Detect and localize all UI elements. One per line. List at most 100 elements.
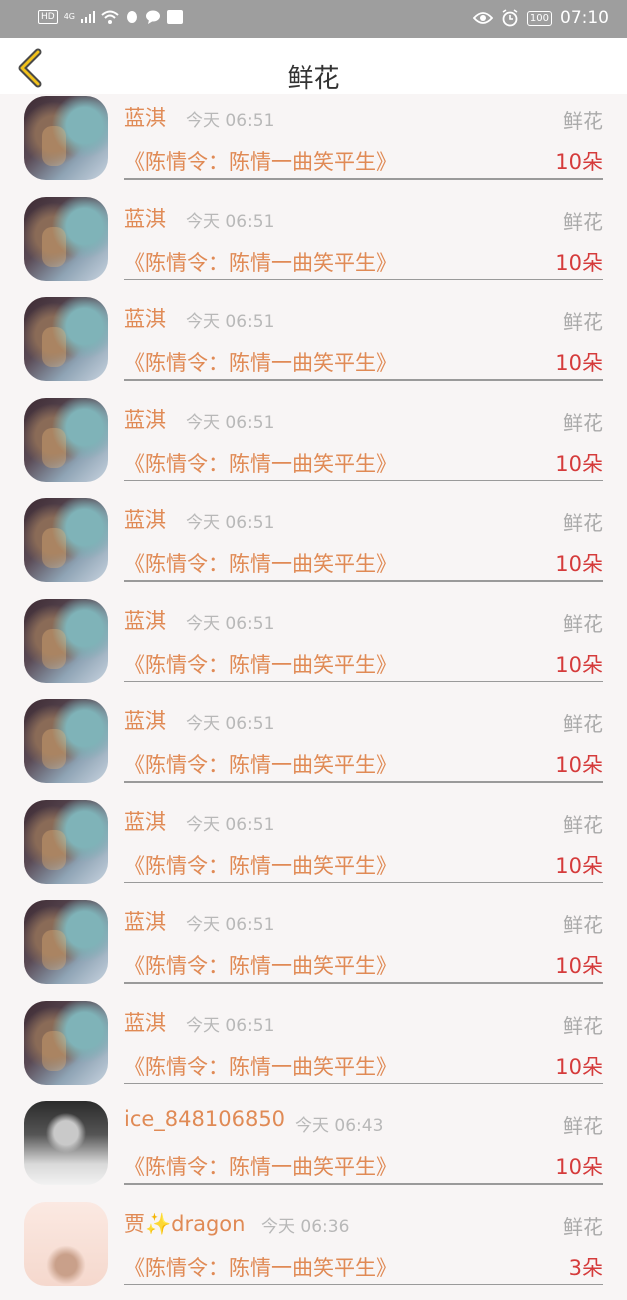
gift-type: 鲜花: [563, 1010, 603, 1039]
eye-icon: [473, 11, 493, 25]
list-item[interactable]: ice_848106850今天 06:43鲜花《陈情令：陈情一曲笑平生》10朵: [0, 1099, 627, 1200]
divider: [124, 580, 603, 582]
gift-type: 鲜花: [563, 306, 603, 335]
book-title[interactable]: 《陈情令：陈情一曲笑平生》: [124, 950, 397, 980]
list-item[interactable]: 蓝淇今天 06:51鲜花《陈情令：陈情一曲笑平生》10朵: [0, 295, 627, 396]
flower-count: 10朵: [555, 548, 603, 578]
user-name[interactable]: 蓝淇: [124, 705, 166, 735]
list-item[interactable]: 蓝淇今天 06:51鲜花《陈情令：陈情一曲笑平生》10朵: [0, 798, 627, 899]
list-item[interactable]: 蓝淇今天 06:51鲜花《陈情令：陈情一曲笑平生》10朵: [0, 396, 627, 497]
gift-type: 鲜花: [563, 1110, 603, 1139]
user-name[interactable]: 贾✨dragon: [124, 1208, 245, 1238]
user-name[interactable]: 蓝淇: [124, 906, 166, 936]
timestamp: 今天 06:51: [186, 910, 274, 935]
gift-type: 鲜花: [563, 1211, 603, 1240]
timestamp: 今天 06:51: [186, 408, 274, 433]
flower-count: 10朵: [555, 1051, 603, 1081]
book-title[interactable]: 《陈情令：陈情一曲笑平生》: [124, 146, 397, 176]
flower-count: 10朵: [555, 448, 603, 478]
battery-icon: 100: [527, 11, 552, 26]
flower-count: 10朵: [555, 850, 603, 880]
gift-type: 鲜花: [563, 507, 603, 536]
list-item[interactable]: 蓝淇今天 06:51 鲜花《陈情令：陈情一曲笑平生》 10朵: [0, 597, 627, 698]
signal-icon: [81, 11, 95, 23]
user-name[interactable]: ice_848106850: [124, 1107, 285, 1131]
divider: [124, 882, 603, 884]
flower-count: 10朵: [555, 950, 603, 980]
timestamp: 今天 06:43: [295, 1111, 383, 1136]
user-name[interactable]: 蓝淇: [124, 404, 166, 434]
list-item[interactable]: 蓝淇今天 06:51 鲜花《陈情令：陈情一曲笑平生》 10朵: [0, 496, 627, 597]
divider: [124, 379, 603, 381]
divider: [124, 1083, 603, 1085]
user-name[interactable]: 蓝淇: [124, 1007, 166, 1037]
avatar[interactable]: [24, 1101, 108, 1185]
list-item[interactable]: 蓝淇今天 06:51 鲜花《陈情令：陈情一曲笑平生》 10朵: [0, 697, 627, 798]
book-title[interactable]: 《陈情令：陈情一曲笑平生》: [124, 448, 397, 478]
list-item[interactable]: 蓝淇今天 06:51 鲜花《陈情令：陈情一曲笑平生》 10朵: [0, 898, 627, 999]
list-item[interactable]: 蓝淇今天 06:51 鲜花《陈情令：陈情一曲笑平生》 10朵: [0, 999, 627, 1100]
flower-count: 10朵: [555, 347, 603, 377]
gift-type: 鲜花: [563, 206, 603, 235]
avatar[interactable]: [24, 699, 108, 783]
nav-bar: 鲜花: [0, 38, 627, 94]
divider: [124, 681, 603, 683]
avatar[interactable]: [24, 900, 108, 984]
book-title[interactable]: 《陈情令：陈情一曲笑平生》: [124, 1252, 397, 1282]
avatar[interactable]: [24, 1202, 108, 1286]
divider: [124, 480, 603, 482]
book-title[interactable]: 《陈情令：陈情一曲笑平生》: [124, 347, 397, 377]
flower-count: 3朵: [569, 1252, 603, 1282]
qq-icon: [125, 9, 139, 25]
avatar[interactable]: [24, 398, 108, 482]
book-title[interactable]: 《陈情令：陈情一曲笑平生》: [124, 749, 397, 779]
status-left: HD 4G: [38, 9, 183, 25]
flower-count: 10朵: [555, 649, 603, 679]
gift-type: 鲜花: [563, 909, 603, 938]
avatar[interactable]: [24, 1001, 108, 1085]
user-name[interactable]: 蓝淇: [124, 102, 166, 132]
book-title[interactable]: 《陈情令：陈情一曲笑平生》: [124, 850, 397, 880]
timestamp: 今天 06:51: [186, 1011, 274, 1036]
timestamp: 今天 06:51: [186, 508, 274, 533]
flower-count: 10朵: [555, 146, 603, 176]
flower-count: 10朵: [555, 247, 603, 277]
avatar[interactable]: [24, 96, 108, 180]
list-item[interactable]: 贾✨dragon 今天 06:36 鲜花《陈情令：陈情一曲笑平生》 3朵: [0, 1200, 627, 1300]
user-name[interactable]: 蓝淇: [124, 806, 166, 836]
network-label: 4G: [64, 12, 75, 22]
list-item[interactable]: 蓝淇今天 06:51鲜花《陈情令：陈情一曲笑平生》10朵: [0, 94, 627, 195]
list-item[interactable]: 蓝淇今天 06:51鲜花《陈情令：陈情一曲笑平生》10朵: [0, 195, 627, 296]
book-title[interactable]: 《陈情令：陈情一曲笑平生》: [124, 247, 397, 277]
page-title: 鲜花: [0, 58, 627, 95]
status-bar: HD 4G 100 07:10: [0, 0, 627, 38]
user-name[interactable]: 蓝淇: [124, 605, 166, 635]
avatar[interactable]: [24, 498, 108, 582]
gift-type: 鲜花: [563, 105, 603, 134]
book-title[interactable]: 《陈情令：陈情一曲笑平生》: [124, 548, 397, 578]
divider: [124, 1284, 603, 1286]
timestamp: 今天 06:51: [186, 810, 274, 835]
avatar[interactable]: [24, 297, 108, 381]
timestamp: 今天 06:51: [186, 609, 274, 634]
book-title[interactable]: 《陈情令：陈情一曲笑平生》: [124, 649, 397, 679]
avatar[interactable]: [24, 599, 108, 683]
user-name[interactable]: 蓝淇: [124, 203, 166, 233]
user-name[interactable]: 蓝淇: [124, 303, 166, 333]
app-notification-icon: [167, 10, 183, 24]
book-title[interactable]: 《陈情令：陈情一曲笑平生》: [124, 1151, 397, 1181]
book-title[interactable]: 《陈情令：陈情一曲笑平生》: [124, 1051, 397, 1081]
hd-badge: HD: [38, 10, 58, 24]
gift-type: 鲜花: [563, 608, 603, 637]
timestamp: 今天 06:51: [186, 709, 274, 734]
divider: [124, 1183, 603, 1185]
timestamp: 今天 06:36: [261, 1212, 349, 1237]
gift-type: 鲜花: [563, 708, 603, 737]
flower-count: 10朵: [555, 749, 603, 779]
user-name[interactable]: 蓝淇: [124, 504, 166, 534]
divider: [124, 279, 603, 281]
wifi-icon: [101, 10, 119, 24]
divider: [124, 781, 603, 783]
avatar[interactable]: [24, 197, 108, 281]
avatar[interactable]: [24, 800, 108, 884]
